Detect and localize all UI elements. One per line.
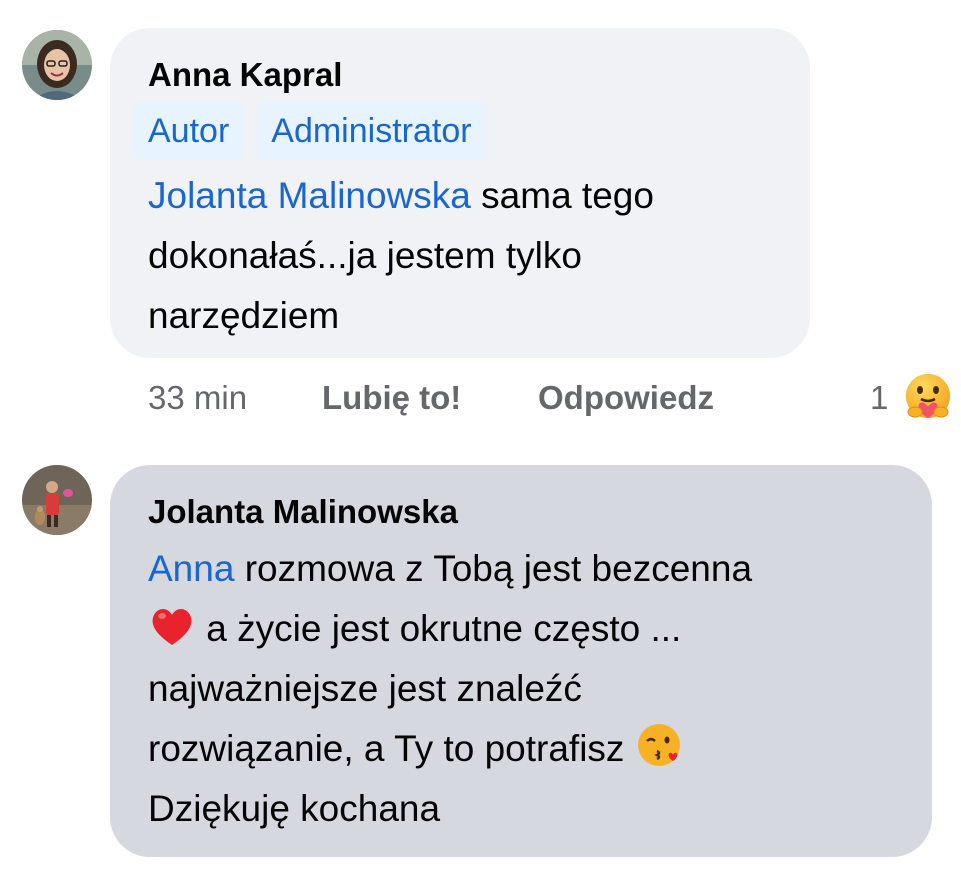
comment-text-line: sama tego	[470, 175, 654, 216]
red-heart-icon	[148, 601, 196, 649]
reply-button[interactable]: Odpowiedz	[538, 372, 714, 424]
comments-thread: Anna Kapral Autor Administrator Jolanta …	[0, 0, 961, 892]
avatar-photo-icon	[22, 465, 92, 535]
comment-text-line: najważniejsze jest znaleźć	[148, 668, 582, 709]
mention-link[interactable]: Jolanta Malinowska	[148, 175, 471, 216]
comment-text: Jolanta Malinowska sama tego dokonałaś..…	[148, 166, 772, 346]
comment-text-line: Dziękuję kochana	[148, 788, 441, 829]
comment-bubble: Jolanta Malinowska Anna rozmowa z Tobą j…	[110, 465, 932, 857]
badge-author: Autor	[134, 102, 244, 160]
badge-admin: Administrator	[257, 102, 486, 160]
comment-author[interactable]: Anna Kapral	[148, 54, 772, 96]
comment-text-line: a życie jest okrutne często ...	[196, 608, 682, 649]
avatar-photo-icon	[22, 30, 92, 100]
comment-bubble: Anna Kapral Autor Administrator Jolanta …	[110, 28, 810, 358]
author-badges: Autor Administrator	[134, 102, 772, 160]
mention-link[interactable]: Anna	[148, 548, 234, 589]
care-reaction-icon[interactable]	[900, 370, 956, 426]
comment-text-line: dokonałaś...ja jestem tylko	[148, 235, 582, 276]
like-button[interactable]: Lubię to!	[322, 372, 461, 424]
comment-actions: 33 min Lubię to! Odpowiedz 1	[148, 372, 950, 424]
avatar-jolanta-malinowska[interactable]	[22, 465, 92, 535]
comment-text-line: rozwiązanie, a Ty to potrafisz	[148, 728, 635, 769]
avatar-anna-kapral[interactable]	[22, 30, 92, 100]
face-blowing-kiss-icon	[635, 721, 683, 769]
comment-text-line: rozmowa z Tobą jest bezcenna	[234, 548, 753, 589]
comment-text: Anna rozmowa z Tobą jest bezcenna a życi…	[148, 539, 894, 839]
comment-text-line: narzędziem	[148, 295, 340, 336]
comment-author[interactable]: Jolanta Malinowska	[148, 491, 894, 533]
comment-timestamp[interactable]: 33 min	[148, 372, 247, 424]
reaction-count[interactable]: 1	[870, 372, 888, 424]
